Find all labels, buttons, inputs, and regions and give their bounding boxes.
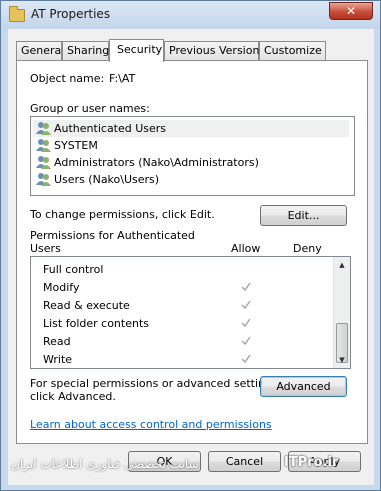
tab-strip: General Sharing Security Previous Versio…: [16, 39, 368, 62]
allow-check-icon[interactable]: [241, 318, 251, 328]
special-permissions-text: For special permissions or advanced sett…: [30, 377, 282, 390]
permissions-for-label: Permissions for Authenticated: [30, 229, 195, 242]
group-or-user-names-label: Group or user names:: [30, 102, 150, 115]
dialog-client: General Sharing Security Previous Versio…: [8, 29, 374, 485]
scroll-down-icon[interactable]: ▼: [334, 352, 350, 368]
permission-name: Read & execute: [43, 299, 130, 312]
permission-name: List folder contents: [43, 317, 149, 330]
scroll-up-icon[interactable]: ▲: [334, 257, 350, 273]
permission-name: Read: [43, 335, 71, 348]
users-group-icon: [36, 156, 51, 169]
close-button[interactable]: ✕: [329, 2, 373, 20]
tab-sharing[interactable]: Sharing: [62, 41, 109, 60]
permission-name: Write: [43, 353, 73, 366]
permission-row: Write: [43, 351, 343, 369]
permission-row: Read & execute: [43, 297, 343, 315]
user-name: Administrators (Nako\Administrators): [54, 156, 259, 169]
permission-row: List folder contents: [43, 315, 343, 333]
properties-window: AT Properties ✕ General Sharing Security…: [0, 0, 381, 491]
change-permissions-text: To change permissions, click Edit.: [30, 208, 215, 221]
deny-column-header: Deny: [293, 242, 322, 255]
allow-check-icon[interactable]: [241, 354, 251, 364]
tab-previous-versions[interactable]: Previous Versions: [164, 41, 265, 60]
permission-row: Full control: [43, 261, 343, 279]
permissions-list[interactable]: Full control Modify Read & execute List …: [30, 256, 351, 369]
user-name: Authenticated Users: [54, 122, 167, 135]
title-bar[interactable]: AT Properties ✕: [1, 1, 380, 29]
object-name-value: F:\AT: [109, 72, 136, 85]
allow-column-header: Allow: [231, 242, 261, 255]
user-list-item[interactable]: Users (Nako\Users): [33, 171, 349, 188]
allow-check-icon[interactable]: [241, 300, 251, 310]
tab-security[interactable]: Security: [109, 39, 164, 62]
user-name: Users (Nako\Users): [54, 173, 160, 186]
edit-button[interactable]: Edit...: [260, 205, 347, 226]
cancel-button[interactable]: Cancel: [208, 451, 281, 472]
tab-customize[interactable]: Customize: [259, 41, 326, 60]
permission-row: Modify: [43, 279, 343, 297]
users-group-icon: [36, 173, 51, 186]
user-list-item[interactable]: Authenticated Users: [33, 120, 349, 137]
advanced-button[interactable]: Advanced: [260, 376, 347, 397]
user-list-item[interactable]: SYSTEM: [33, 137, 349, 154]
watermark-text: ITPro.ir: [284, 455, 339, 470]
permission-name: Full control: [43, 263, 104, 276]
permissions-scrollbar[interactable]: ▲ ▼: [333, 257, 350, 368]
user-list-item[interactable]: Administrators (Nako\Administrators): [33, 154, 349, 171]
click-advanced-text: click Advanced.: [30, 390, 116, 403]
users-group-icon: [36, 122, 51, 135]
allow-check-icon[interactable]: [241, 282, 251, 292]
watermark-persian-text: سایت تخصصی فناوری اطلاعات ایران: [11, 457, 199, 471]
tab-general[interactable]: General: [16, 41, 64, 60]
user-name: SYSTEM: [54, 139, 98, 152]
permission-row: Read: [43, 333, 343, 351]
security-panel: Object name: F:\AT Group or user names: …: [16, 60, 368, 444]
users-group-icon: [36, 139, 51, 152]
window-title: AT Properties: [31, 7, 111, 21]
user-list[interactable]: Authenticated Users SYSTEM Administrator…: [30, 116, 355, 196]
permissions-for-label-user: Users: [30, 242, 61, 255]
learn-access-control-link[interactable]: Learn about access control and permissio…: [30, 418, 272, 431]
object-name-label: Object name:: [30, 72, 105, 85]
permission-name: Modify: [43, 281, 80, 294]
allow-check-icon[interactable]: [241, 336, 251, 346]
folder-icon: [9, 6, 25, 22]
